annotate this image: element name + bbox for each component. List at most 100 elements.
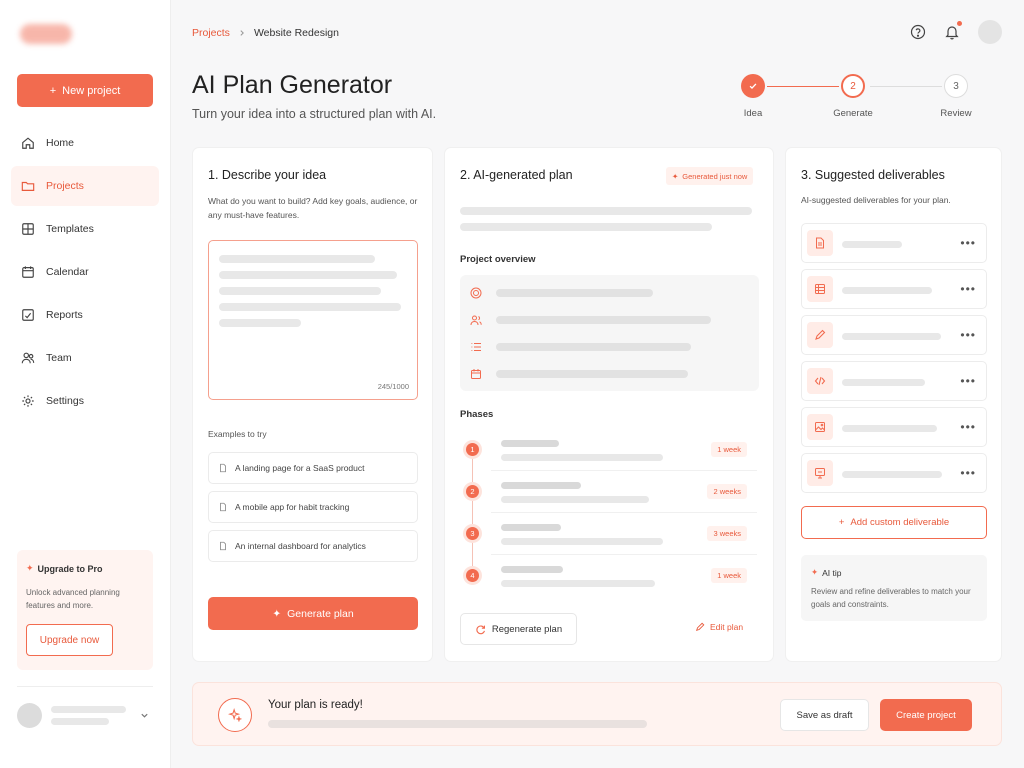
more-options-icon[interactable]: ••• [960, 466, 976, 480]
upgrade-now-button[interactable]: Upgrade now [26, 624, 113, 656]
upgrade-description: Unlock advanced planning features and mo… [26, 588, 120, 610]
deliverable-item[interactable]: ••• [801, 453, 987, 493]
plan-ready-bar: Your plan is ready! Save as draft Create… [192, 682, 1002, 746]
example-prompt[interactable]: An internal dashboard for analytics [208, 530, 418, 562]
list-icon [471, 343, 481, 351]
save-as-draft-button[interactable]: Save as draft [780, 699, 869, 731]
user-name-placeholder [51, 705, 126, 713]
create-project-button[interactable]: Create project [880, 699, 972, 731]
image-icon [815, 422, 825, 432]
deliverable-item[interactable]: ••• [801, 315, 987, 355]
sparkle-icon: ✦ [811, 567, 819, 577]
user-avatar [17, 702, 42, 728]
plan-summary-placeholder [268, 720, 647, 728]
deliverable-item[interactable]: ••• [801, 407, 987, 447]
phase-row[interactable]: 2 weeks [491, 473, 757, 513]
deliverable-item[interactable]: ••• [801, 223, 987, 263]
examples-label: Examples to try [208, 429, 267, 439]
idea-textarea[interactable]: 245/1000 [208, 240, 418, 400]
sparkle-icon: ✦ [272, 607, 282, 620]
users-icon [470, 315, 482, 326]
generated-badge: ✦ Generated just now [666, 167, 754, 185]
sidebar-item-team[interactable]: Team [11, 338, 159, 378]
target-icon [470, 287, 482, 299]
sparkle-icon [218, 698, 252, 732]
pencil-icon [695, 622, 705, 632]
brand-logo[interactable] [20, 24, 72, 44]
calendar-icon [471, 369, 481, 379]
card-title: 2. AI-generated plan [460, 168, 573, 182]
notification-dot [957, 21, 962, 26]
sidebar-item-calendar[interactable]: Calendar [11, 252, 159, 292]
upgrade-title: Upgrade to Pro [37, 563, 103, 574]
phase-marker: 1 [466, 443, 479, 456]
generate-plan-button[interactable]: ✦ Generate plan [208, 597, 418, 630]
phase-row[interactable]: 1 week [491, 431, 757, 471]
breadcrumb-projects[interactable]: Projects [192, 27, 230, 39]
sidebar-item-settings[interactable]: Settings [11, 381, 159, 421]
phases-timeline [472, 450, 473, 578]
ai-tip: ✦ AI tip Review and refine deliverables … [801, 555, 987, 621]
presentation-icon [815, 468, 825, 479]
sidebar-item-templates[interactable]: Templates [11, 209, 159, 249]
edit-plan-link[interactable]: Edit plan [695, 622, 743, 632]
describe-idea-card: 1. Describe your idea What do you want t… [192, 147, 433, 662]
deliverable-item[interactable]: ••• [801, 361, 987, 401]
describe-hint: What do you want to build? Add key goals… [208, 196, 418, 220]
example-prompt[interactable]: A mobile app for habit tracking [208, 491, 418, 523]
phase-duration-badge: 2 weeks [707, 484, 747, 499]
phase-duration-badge: 1 week [711, 442, 747, 457]
sidebar-item-reports[interactable]: Reports [11, 295, 159, 335]
chevron-down-icon [141, 713, 148, 718]
document-icon [816, 237, 824, 249]
more-options-icon[interactable]: ••• [960, 328, 976, 342]
sparkle-icon: ✦ [26, 563, 34, 573]
deliverable-item[interactable]: ••• [801, 269, 987, 309]
profile-avatar[interactable] [978, 20, 1002, 44]
phase-duration-badge: 1 week [711, 568, 747, 583]
character-count: 245/1000 [377, 382, 409, 391]
sidebar-nav: Home Projects Templates Calendar Reports… [11, 123, 159, 424]
new-project-button[interactable]: + New project [17, 74, 153, 107]
more-options-icon[interactable]: ••• [960, 236, 976, 250]
user-email-placeholder [51, 717, 109, 725]
help-icon[interactable] [910, 24, 926, 40]
sidebar-item-home[interactable]: Home [11, 123, 159, 163]
more-options-icon[interactable]: ••• [960, 282, 976, 296]
suggested-deliverables-card: 3. Suggested deliverables AI-suggested d… [785, 147, 1002, 662]
project-overview-label: Project overview [460, 254, 536, 265]
step-review[interactable]: 3 Review [921, 74, 991, 119]
refresh-icon [476, 624, 485, 634]
phase-row[interactable]: 3 weeks [491, 515, 757, 555]
more-options-icon[interactable]: ••• [960, 420, 976, 434]
step-idea[interactable]: Idea [718, 74, 788, 119]
folder-icon [21, 181, 35, 191]
user-menu[interactable] [17, 701, 153, 729]
phases-label: Phases [460, 409, 494, 420]
sparkle-icon: ✦ [672, 171, 679, 181]
pencil-icon [815, 329, 826, 340]
upgrade-card: ✦ Upgrade to Pro Unlock advanced plannin… [17, 550, 153, 670]
phase-duration-badge: 3 weeks [707, 526, 747, 541]
ai-plan-card: 2. AI-generated plan ✦ Generated just no… [444, 147, 774, 662]
plus-icon: + [49, 84, 57, 97]
add-custom-deliverable-button[interactable]: + Add custom deliverable [801, 506, 987, 539]
chevron-right-icon [240, 30, 244, 36]
breadcrumb: Projects Website Redesign [192, 27, 339, 39]
regenerate-plan-button[interactable]: Regenerate plan [460, 613, 577, 645]
step-generate[interactable]: 2 Generate [818, 74, 888, 119]
notifications[interactable] [944, 21, 962, 40]
sidebar-item-projects[interactable]: Projects [11, 166, 159, 206]
reports-icon [22, 309, 34, 321]
breadcrumb-current: Website Redesign [253, 27, 339, 39]
phase-row[interactable]: 1 week [491, 557, 757, 597]
top-actions [910, 20, 1002, 44]
gear-icon [22, 395, 34, 407]
home-icon [22, 137, 34, 149]
tip-text: Review and refine deliverables to match … [811, 587, 971, 609]
more-options-icon[interactable]: ••• [960, 374, 976, 388]
phase-marker: 2 [466, 485, 479, 498]
progress-stepper: Idea 2 Generate 3 Review [718, 74, 998, 124]
example-prompt[interactable]: A landing page for a SaaS product [208, 452, 418, 484]
code-icon [814, 376, 826, 386]
